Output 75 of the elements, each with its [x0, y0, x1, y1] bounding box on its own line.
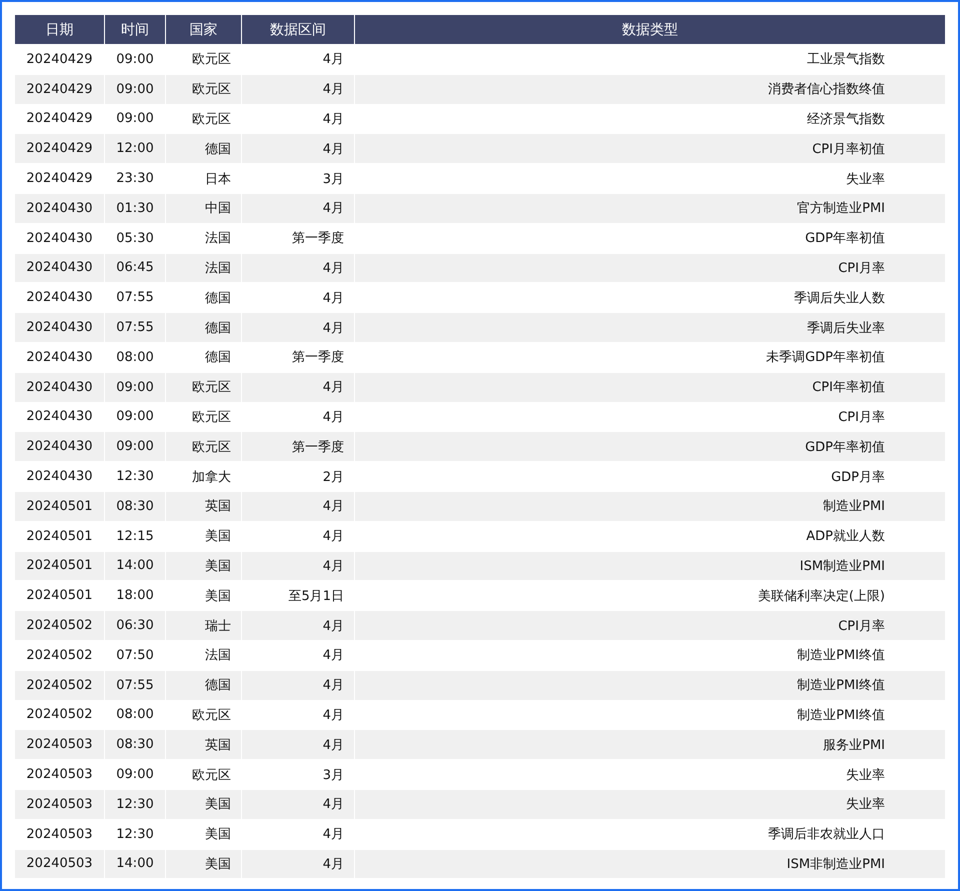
table-cell: 14:00 — [104, 849, 166, 878]
table-cell: 4月 — [242, 193, 354, 224]
table-cell: 法国 — [166, 253, 242, 283]
table-cell: 20240430 — [14, 372, 104, 402]
table-cell: 06:45 — [104, 253, 166, 283]
table-cell: 20240502 — [14, 610, 104, 640]
table-cell: 英国 — [166, 491, 242, 522]
table-cell: 4月 — [242, 372, 354, 402]
table-cell: 4月 — [242, 849, 354, 878]
column-header: 时间 — [104, 15, 166, 44]
table-cell: GDP年率初值 — [354, 432, 946, 462]
table-cell: 4月 — [242, 551, 354, 581]
table-cell: 20240502 — [14, 670, 104, 700]
table-cell: 4月 — [242, 670, 354, 700]
table-cell: 09:00 — [104, 74, 166, 104]
table-cell: ISM制造业PMI — [354, 551, 946, 581]
table-cell: 德国 — [166, 670, 242, 700]
table-cell: 欧元区 — [166, 432, 242, 462]
table-cell: 4月 — [242, 74, 354, 104]
table-cell: 20240430 — [14, 193, 104, 224]
table-cell: 失业率 — [354, 789, 946, 820]
table-cell: 09:00 — [104, 372, 166, 402]
table-cell: 20240430 — [14, 312, 104, 342]
column-header: 数据类型 — [354, 15, 946, 44]
table-cell: ISM非制造业PMI — [354, 849, 946, 878]
column-header: 日期 — [14, 15, 104, 44]
table-cell: 中国 — [166, 193, 242, 224]
table-cell: 06:30 — [104, 610, 166, 640]
table-cell: 制造业PMI — [354, 491, 946, 522]
table-cell: 20240503 — [14, 730, 104, 760]
table-cell: 08:30 — [104, 730, 166, 760]
table-cell: 第一季度 — [242, 432, 354, 462]
table-cell: 德国 — [166, 312, 242, 342]
table-cell: 制造业PMI终值 — [354, 670, 946, 700]
table-cell: CPI月率 — [354, 610, 946, 640]
table-cell: CPI月率 — [354, 253, 946, 283]
table-cell: 消费者信心指数终值 — [354, 74, 946, 104]
table-cell: 季调后失业率 — [354, 312, 946, 342]
table-cell: CPI年率初值 — [354, 372, 946, 402]
table-cell: 20240429 — [14, 74, 104, 104]
table-cell: 4月 — [242, 312, 354, 342]
column-header: 国家 — [166, 15, 242, 44]
table-cell: 20240429 — [14, 134, 104, 164]
column-header: 数据区间 — [242, 15, 354, 44]
table-cell: 20240503 — [14, 789, 104, 820]
table-cell: 12:30 — [104, 789, 166, 820]
table-cell: 20240430 — [14, 253, 104, 283]
table-cell: 08:30 — [104, 491, 166, 522]
table-cell: 07:55 — [104, 670, 166, 700]
table-cell: 20240430 — [14, 432, 104, 462]
table-cell: 服务业PMI — [354, 730, 946, 760]
table-cell: 07:55 — [104, 312, 166, 342]
table-cell: 美国 — [166, 551, 242, 581]
table-cell: 4月 — [242, 730, 354, 760]
table-cell: 德国 — [166, 134, 242, 164]
table-cell: 官方制造业PMI — [354, 193, 946, 224]
table-cell: CPI月率初值 — [354, 134, 946, 164]
table-cell: 4月 — [242, 491, 354, 522]
table-cell: 4月 — [242, 789, 354, 820]
table-cell: 瑞士 — [166, 610, 242, 640]
table-cell: 欧元区 — [166, 74, 242, 104]
table-cell: 美国 — [166, 789, 242, 820]
table-cell: 09:00 — [104, 432, 166, 462]
table-cell: 4月 — [242, 253, 354, 283]
table-cell: 01:30 — [104, 193, 166, 224]
table-cell: 12:00 — [104, 134, 166, 164]
table-cell: 20240503 — [14, 849, 104, 878]
table-cell: 美国 — [166, 849, 242, 878]
table-cell: 20240501 — [14, 551, 104, 581]
table-cell: 英国 — [166, 730, 242, 760]
table-cell: 14:00 — [104, 551, 166, 581]
table-cell: 4月 — [242, 610, 354, 640]
table-cell: 4月 — [242, 134, 354, 164]
table-cell: 20240501 — [14, 491, 104, 522]
table-cell: 欧元区 — [166, 372, 242, 402]
